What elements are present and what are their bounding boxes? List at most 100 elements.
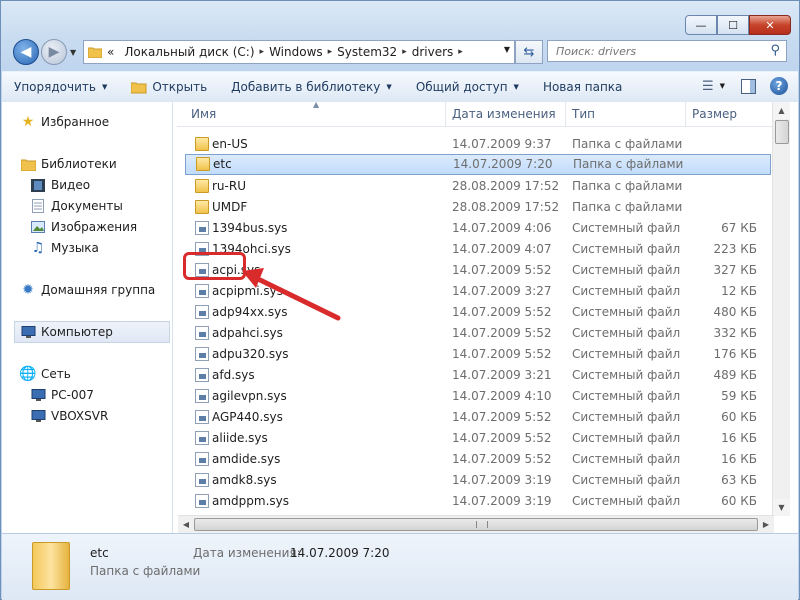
address-overflow[interactable]: «: [102, 45, 119, 59]
column-type[interactable]: Тип: [572, 107, 595, 121]
nav-network[interactable]: 🌐 Сеть: [19, 364, 71, 384]
chevron-down-icon[interactable]: ▼: [720, 82, 725, 90]
open-button[interactable]: Открыть: [119, 80, 219, 94]
nav-favorites[interactable]: ★ Избранное: [20, 112, 109, 132]
column-divider[interactable]: [565, 102, 566, 126]
breadcrumb-drivers[interactable]: drivers: [407, 45, 459, 59]
nav-video[interactable]: Видео: [30, 175, 90, 195]
document-icon: [30, 198, 46, 214]
file-row[interactable]: UMDF 28.08.2009 17:52 Папка с файлами: [177, 197, 775, 218]
folder-icon: [88, 47, 102, 58]
view-controls: ☰ ▼ ?: [702, 77, 788, 95]
file-date: 28.08.2009 17:52: [452, 200, 560, 214]
nav-images[interactable]: Изображения: [30, 217, 137, 237]
file-row[interactable]: AGP440.sys 14.07.2009 5:52 Системный файл 6…: [177, 407, 775, 428]
file-size: 176 КБ: [713, 347, 757, 361]
search-icon[interactable]: ⚲: [770, 43, 780, 58]
nav-music[interactable]: ♫ Музыка: [30, 238, 99, 258]
scroll-down-button[interactable]: ▼: [773, 499, 790, 516]
nav-vboxsvr[interactable]: VBOXSVR: [30, 406, 108, 426]
computer-icon: [30, 408, 46, 424]
organize-button[interactable]: Упорядочить ▼: [2, 80, 119, 94]
file-row[interactable]: amdk8.sys 14.07.2009 3:19 Системный файл 63…: [177, 470, 775, 491]
nav-libraries[interactable]: Библиотеки: [20, 154, 117, 174]
minimize-button[interactable]: —: [685, 15, 717, 35]
file-row[interactable]: 1394bus.sys 14.07.2009 4:06 Системный файл…: [177, 218, 775, 239]
scroll-thumb[interactable]: [775, 120, 789, 144]
folder-icon: [32, 542, 70, 590]
nav-computer[interactable]: Компьютер: [20, 322, 113, 342]
address-history-dropdown[interactable]: ▼: [504, 45, 510, 54]
view-options-icon[interactable]: ☰: [702, 79, 714, 94]
nav-homegroup[interactable]: ✹ Домашняя группа: [20, 280, 155, 300]
file-row[interactable]: 1394ohci.sys 14.07.2009 4:07 Системный фай…: [177, 239, 775, 260]
file-size: 327 КБ: [713, 263, 757, 277]
explorer-window: — ☐ ✕ ◀ ▶ ▼ « Локальный диск (C:) ▸ Wind…: [0, 0, 800, 600]
refresh-button[interactable]: ⇆: [515, 40, 543, 64]
scroll-left-button[interactable]: ◀: [178, 516, 194, 533]
new-folder-button[interactable]: Новая папка: [531, 80, 634, 94]
maximize-button[interactable]: ☐: [717, 15, 749, 35]
nav-pc-007[interactable]: PC-007: [30, 385, 94, 405]
nav-favorites-label: Избранное: [41, 115, 110, 129]
help-icon[interactable]: ?: [770, 77, 788, 95]
nav-documents[interactable]: Документы: [30, 196, 123, 216]
scroll-up-button[interactable]: ▲: [773, 102, 790, 119]
nav-video-label: Видео: [51, 178, 91, 192]
system-file-icon: [195, 305, 209, 319]
file-date: 14.07.2009 4:10: [452, 389, 552, 403]
file-row[interactable]: amdppm.sys 14.07.2009 3:19 Системный файл 6…: [177, 491, 775, 512]
file-size: 59 КБ: [721, 389, 757, 403]
address-bar[interactable]: « Локальный диск (C:) ▸ Windows ▸ System…: [83, 40, 515, 64]
column-name[interactable]: Имя: [191, 107, 216, 121]
details-pane: etc Папка с файлами Дата изменения: 14.0…: [2, 533, 798, 600]
file-date: 14.07.2009 5:52: [452, 410, 552, 424]
file-type: Системный файл: [572, 326, 681, 340]
horizontal-scroll-thumb[interactable]: [194, 518, 758, 531]
scroll-right-button[interactable]: ▶: [758, 516, 774, 533]
close-button[interactable]: ✕: [749, 15, 791, 35]
column-date[interactable]: Дата изменения: [452, 107, 556, 121]
preview-pane-icon[interactable]: [741, 78, 756, 94]
recent-pages-dropdown[interactable]: ▼: [70, 48, 76, 57]
share-button[interactable]: Общий доступ ▼: [404, 80, 531, 94]
file-row[interactable]: ru-RU 28.08.2009 17:52 Папка с файлами: [177, 176, 775, 197]
file-type: Системный файл: [572, 221, 681, 235]
file-type: Системный файл: [572, 347, 681, 361]
file-name: AGP440.sys: [212, 410, 283, 424]
add-to-library-button[interactable]: Добавить в библиотеку ▼: [219, 80, 404, 94]
file-row[interactable]: etc 14.07.2009 7:20 Папка с файлами: [185, 154, 771, 175]
file-size: 489 КБ: [713, 368, 757, 382]
breadcrumb-windows[interactable]: Windows: [264, 45, 328, 59]
file-type: Системный файл: [572, 389, 681, 403]
file-type: Системный файл: [572, 263, 681, 277]
breadcrumb-system32[interactable]: System32: [332, 45, 402, 59]
file-date: 14.07.2009 5:52: [452, 431, 552, 445]
column-size[interactable]: Размер: [692, 107, 737, 121]
chevron-right-icon[interactable]: ▸: [458, 47, 463, 57]
search-box[interactable]: ⚲: [547, 40, 787, 62]
details-modified-value: 14.07.2009 7:20: [290, 546, 390, 560]
file-row[interactable]: en-US 14.07.2009 9:37 Папка с файлами: [177, 134, 775, 155]
file-name: agilevpn.sys: [212, 389, 287, 403]
forward-button[interactable]: ▶: [41, 39, 67, 65]
folder-icon: [195, 200, 209, 214]
nav-libraries-label: Библиотеки: [41, 157, 117, 171]
vertical-scrollbar[interactable]: ▲ ▼: [772, 102, 790, 516]
file-date: 14.07.2009 4:06: [452, 221, 552, 235]
nav-pc-007-label: PC-007: [51, 388, 94, 402]
file-row[interactable]: agilevpn.sys 14.07.2009 4:10 Системный фай…: [177, 386, 775, 407]
file-row[interactable]: adpu320.sys 14.07.2009 5:52 Системный файл…: [177, 344, 775, 365]
computer-icon: [20, 324, 36, 340]
file-date: 14.07.2009 9:37: [452, 137, 552, 151]
nav-music-label: Музыка: [51, 241, 99, 255]
column-divider[interactable]: [685, 102, 686, 126]
file-row[interactable]: amdide.sys 14.07.2009 5:52 Системный файл 1…: [177, 449, 775, 470]
file-row[interactable]: afd.sys 14.07.2009 3:21 Системный файл 489 …: [177, 365, 775, 386]
horizontal-scrollbar[interactable]: ◀ ▶: [178, 515, 774, 533]
search-input[interactable]: [554, 44, 758, 59]
column-divider[interactable]: [445, 102, 446, 126]
back-button[interactable]: ◀: [13, 39, 39, 65]
file-row[interactable]: aliide.sys 14.07.2009 5:52 Системный файл 1…: [177, 428, 775, 449]
breadcrumb-local-disk[interactable]: Локальный диск (C:): [119, 45, 259, 59]
